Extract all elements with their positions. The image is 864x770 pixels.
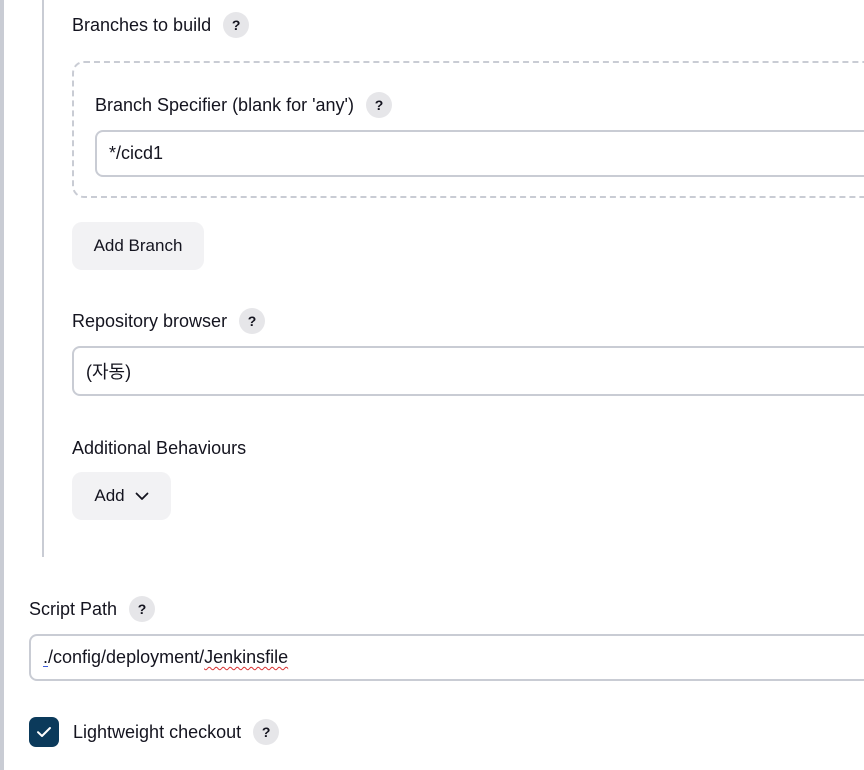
pipeline-scm-config: Branches to build ? Branch Specifier (bl… xyxy=(0,0,864,770)
branch-specifier-heading: Branch Specifier (blank for 'any') ? xyxy=(95,92,392,118)
branches-to-build-heading: Branches to build ? xyxy=(72,12,250,38)
script-path-value-mid: /config/deployment/ xyxy=(48,647,205,667)
script-path-heading: Script Path ? xyxy=(29,596,156,622)
lightweight-checkout-heading: Lightweight checkout ? xyxy=(73,719,280,745)
section-rail xyxy=(0,0,4,770)
script-path-value: ./config/deployment/Jenkinsfile xyxy=(43,647,288,668)
repository-browser-help-icon[interactable]: ? xyxy=(239,308,266,334)
repository-browser-select[interactable]: (자동) xyxy=(72,346,864,396)
lightweight-checkout-label[interactable]: Lightweight checkout xyxy=(73,722,241,743)
lightweight-checkout-help-icon[interactable]: ? xyxy=(253,719,280,745)
branch-specifier-input[interactable]: */cicd1 xyxy=(95,130,864,177)
chevron-down-icon xyxy=(135,492,149,501)
checkmark-icon xyxy=(37,727,51,737)
repository-browser-heading: Repository browser ? xyxy=(72,308,266,334)
additional-behaviours-label: Additional Behaviours xyxy=(72,437,247,458)
branches-to-build-label: Branches to build xyxy=(72,14,212,35)
add-branch-label: Add Branch xyxy=(93,236,183,255)
branches-help-icon[interactable]: ? xyxy=(223,12,250,38)
add-branch-button[interactable]: Add Branch xyxy=(72,222,204,270)
branch-specifier-help-icon[interactable]: ? xyxy=(366,92,392,118)
script-path-input[interactable]: ./config/deployment/Jenkinsfile xyxy=(29,634,864,681)
additional-behaviours-heading: Additional Behaviours xyxy=(72,435,246,461)
script-path-label: Script Path xyxy=(29,598,118,619)
add-behaviour-label: Add xyxy=(94,486,125,505)
script-path-value-file: Jenkinsfile xyxy=(204,647,289,667)
branch-specifier-value: */cicd1 xyxy=(109,143,164,163)
branch-specifier-label: Branch Specifier (blank for 'any') xyxy=(95,94,354,115)
lightweight-checkout-checkbox[interactable] xyxy=(29,717,59,747)
add-behaviour-dropdown-button[interactable]: Add xyxy=(72,472,171,520)
script-path-help-icon[interactable]: ? xyxy=(129,596,156,622)
repository-browser-label: Repository browser xyxy=(72,310,228,331)
nested-section-rule xyxy=(42,0,44,557)
repository-browser-value: (자동) xyxy=(86,362,132,382)
